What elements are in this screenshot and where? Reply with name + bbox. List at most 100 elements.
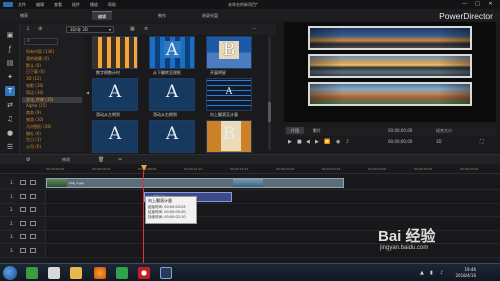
category-item[interactable]: 婚礼 (6): [26, 131, 41, 137]
menu-help[interactable]: 帮助: [108, 2, 116, 8]
delete-icon[interactable]: 🗑: [98, 157, 104, 163]
tab-produce[interactable]: 制作: [152, 11, 172, 20]
tray-volume-icon[interactable]: ♪: [440, 270, 443, 276]
snapshot-icon[interactable]: ◉: [336, 139, 340, 145]
menu-view[interactable]: 查看: [54, 2, 62, 8]
timeline-ruler[interactable]: 00;00;00;00 00;00;04;04 00;00;08;08 00;00;1…: [0, 166, 500, 174]
volume-icon[interactable]: ♪: [346, 139, 349, 145]
modify-button[interactable]: 修改: [62, 157, 70, 163]
play-icon[interactable]: ▶: [288, 139, 292, 145]
split-icon[interactable]: ✂: [118, 157, 122, 163]
category-item[interactable]: 文化_传统 (15): [22, 96, 82, 103]
video-clip[interactable]: Clip_1.jpg: [46, 178, 344, 188]
tray-network-icon[interactable]: ▮: [430, 270, 433, 276]
category-item[interactable]: 生日 (3): [26, 137, 41, 143]
track-lock-icon[interactable]: [30, 220, 36, 226]
timeline-track[interactable]: 1. Clip_1.jpg: [0, 177, 500, 190]
title-template-thumbnail[interactable]: A: [92, 78, 138, 111]
list-view-icon[interactable]: ≡: [144, 26, 148, 32]
transition-room-icon[interactable]: ⇄: [5, 100, 15, 110]
grid-view-icon[interactable]: ▦: [130, 26, 135, 32]
tab-capture[interactable]: 捕获: [14, 11, 34, 20]
title-template-thumbnail[interactable]: A: [149, 120, 195, 153]
title-template-thumbnail[interactable]: A: [92, 120, 138, 153]
next-frame-icon[interactable]: ▶: [315, 139, 319, 145]
menu-playback[interactable]: 播放: [90, 2, 98, 8]
stop-icon[interactable]: ■: [297, 139, 302, 145]
tab-edit[interactable]: 编辑: [92, 11, 112, 20]
category-item[interactable]: 我的收藏 (0): [26, 56, 49, 62]
tab-movie-mode[interactable]: 影片: [308, 127, 326, 134]
category-item[interactable]: 3D (12): [26, 76, 41, 81]
category-item[interactable]: 所有内容 (136): [26, 49, 54, 55]
chapter-room-icon[interactable]: ☰: [5, 142, 15, 152]
grid-scrollbar[interactable]: [268, 36, 271, 150]
timeline-track[interactable]: 2.: [0, 204, 500, 217]
category-item[interactable]: 旅游 (10): [26, 117, 43, 123]
taskbar-clock[interactable]: 19:46 2018/4/16: [455, 267, 476, 279]
title-template-thumbnail[interactable]: A: [206, 78, 252, 111]
track-enable-checkbox[interactable]: [20, 220, 26, 226]
fast-forward-icon[interactable]: ⏩: [324, 139, 330, 145]
category-item[interactable]: 商务 (9): [26, 110, 41, 116]
start-button[interactable]: [3, 266, 17, 280]
close-button[interactable]: ✕: [487, 1, 494, 7]
minimize-button[interactable]: —: [461, 1, 468, 7]
collapse-arrow-icon[interactable]: ◀: [86, 90, 89, 95]
app-360-icon[interactable]: [26, 267, 38, 279]
track-enable-checkbox[interactable]: [20, 193, 26, 199]
title-template-thumbnail[interactable]: B: [206, 120, 252, 153]
timeline-track[interactable]: 1. 向上翻滚计量: [0, 190, 500, 204]
track-enable-checkbox[interactable]: [20, 180, 26, 185]
title-template-thumbnail[interactable]: B: [206, 36, 252, 69]
app-powerdirector-icon[interactable]: [160, 267, 172, 279]
import-icon[interactable]: ⇩: [26, 26, 30, 32]
track-enable-checkbox[interactable]: [20, 247, 26, 253]
track-lock-icon[interactable]: [30, 247, 36, 253]
track-lock-icon[interactable]: [30, 193, 36, 199]
tray-arrow-icon[interactable]: ▲: [420, 270, 424, 276]
particle-room-icon[interactable]: ✦: [5, 72, 15, 82]
app-firefox-icon[interactable]: [94, 267, 106, 279]
category-item[interactable]: 几何图形 (26): [26, 124, 51, 130]
scrollbar-thumb[interactable]: [268, 102, 271, 122]
timeline-settings-icon[interactable]: ⚙: [26, 157, 30, 163]
tab-clip-mode[interactable]: 片段: [286, 127, 304, 134]
category-item[interactable]: 已下载 (0): [26, 69, 45, 75]
track-enable-checkbox[interactable]: [20, 207, 26, 212]
title-template-thumbnail[interactable]: A: [149, 36, 195, 69]
menu-file[interactable]: 文件: [18, 2, 26, 8]
app-record-icon[interactable]: [138, 267, 150, 279]
more-icon[interactable]: ⋯: [252, 26, 257, 32]
category-item[interactable]: 默认 (0): [26, 63, 41, 69]
tab-burn-disc[interactable]: 刻录光盘: [196, 11, 224, 20]
fullscreen-icon[interactable]: ⛶: [480, 139, 484, 145]
title-template-thumbnail[interactable]: A: [149, 78, 195, 111]
category-item[interactable]: 公司 (6): [26, 144, 41, 150]
category-item[interactable]: 电影 (18): [26, 83, 43, 89]
track-lock-icon[interactable]: [30, 180, 36, 185]
track-enable-checkbox[interactable]: [20, 234, 26, 239]
app-folder-icon[interactable]: [70, 267, 82, 279]
media-room-icon[interactable]: ▣: [5, 30, 15, 40]
filter-dropdown[interactable]: 3D/非 3D: [66, 26, 114, 33]
app-notepad-icon[interactable]: [48, 267, 60, 279]
pip-room-icon[interactable]: ▤: [5, 58, 15, 68]
category-item[interactable]: 简洁 (16): [26, 90, 43, 96]
audio-mixing-icon[interactable]: ♫: [5, 114, 15, 124]
category-item[interactable]: Alpha (15): [26, 103, 47, 108]
app-player-icon[interactable]: [116, 267, 128, 279]
menu-edit[interactable]: 编辑: [36, 2, 44, 8]
title-room-icon[interactable]: T: [5, 86, 15, 96]
fit-dropdown[interactable]: 适合大小: [436, 128, 452, 134]
maximize-button[interactable]: □: [474, 1, 481, 7]
voice-record-icon[interactable]: ●: [5, 128, 15, 138]
menu-plugins[interactable]: 插件: [72, 2, 80, 8]
previous-frame-icon[interactable]: ◀: [306, 139, 310, 145]
search-box[interactable]: ⌕: [24, 38, 58, 45]
track-lock-icon[interactable]: [30, 234, 36, 239]
3d-mode-toggle[interactable]: 3D: [436, 139, 442, 144]
effects-room-icon[interactable]: ƒ: [5, 44, 15, 54]
track-lock-icon[interactable]: [30, 207, 36, 212]
plugin-icon[interactable]: ⊕: [38, 26, 42, 32]
